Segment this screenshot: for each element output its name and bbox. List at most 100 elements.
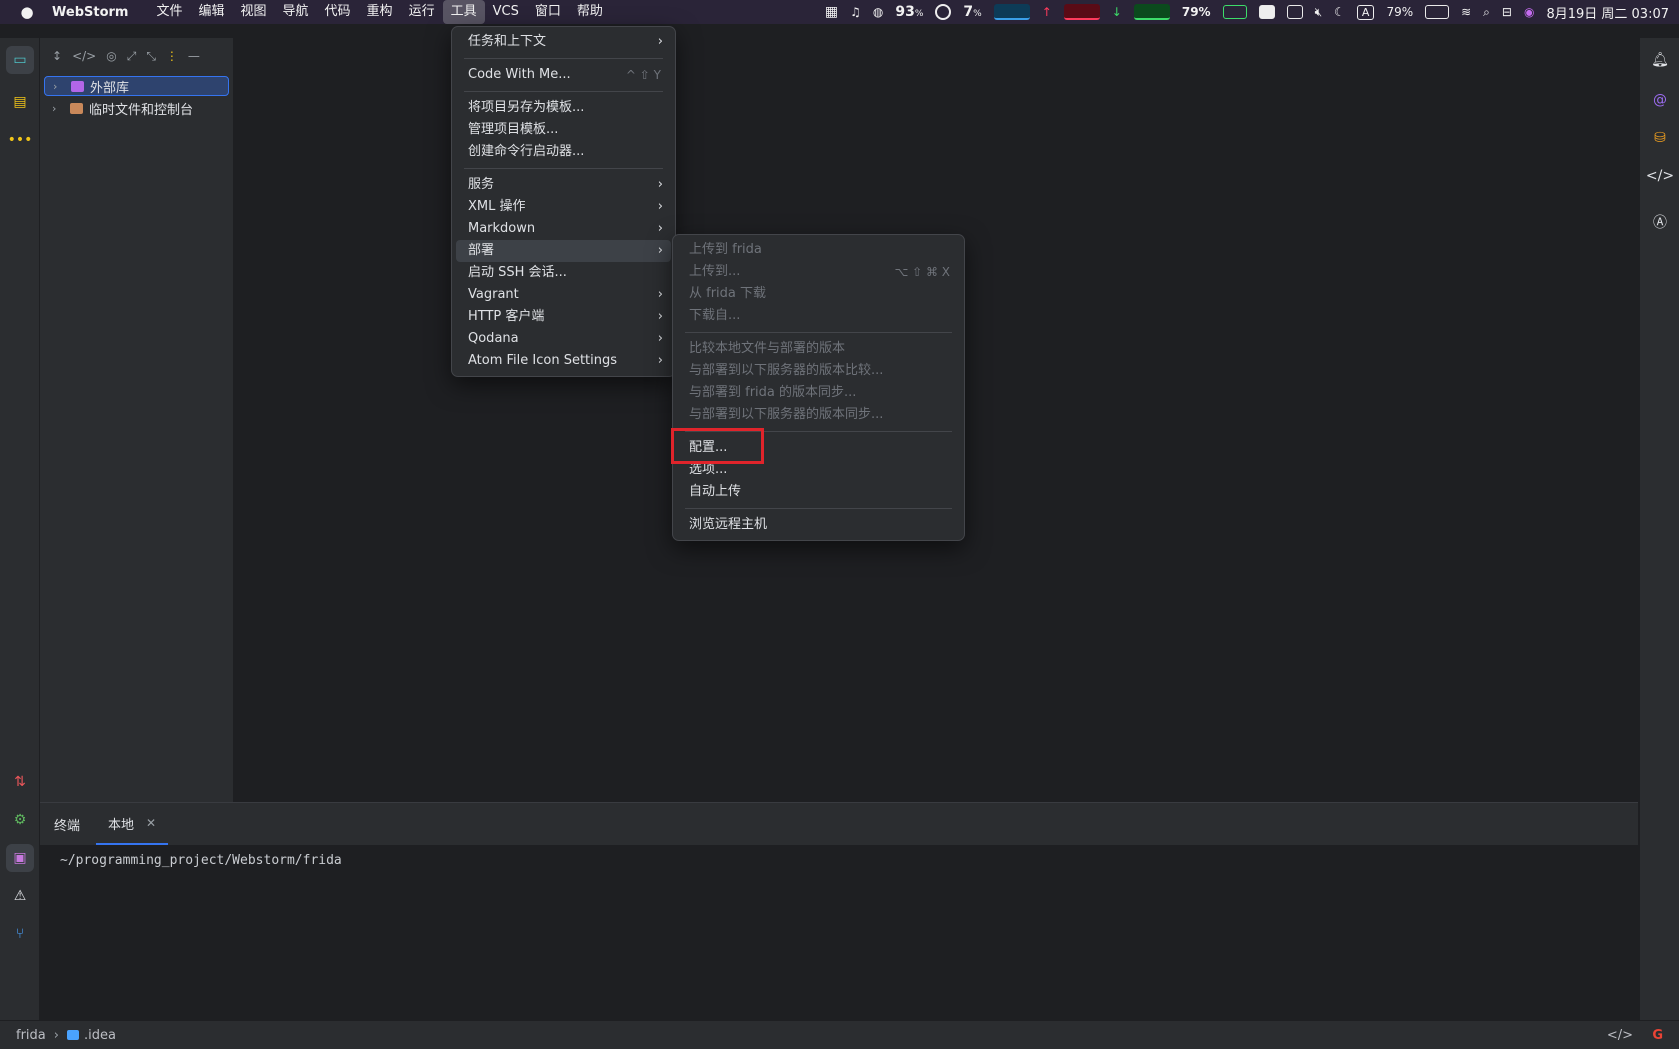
select-opened-icon[interactable]: ↕ xyxy=(52,49,62,63)
menu-navigate[interactable]: 导航 xyxy=(275,0,317,24)
database-icon[interactable]: ⛁ xyxy=(1646,124,1674,152)
menu-run[interactable]: 运行 xyxy=(401,0,443,24)
deploy_menu-item-14[interactable]: 浏览远程主机 xyxy=(677,514,960,536)
deploy_menu-item-2[interactable]: 从 frida 下载 xyxy=(677,283,960,305)
terminal-output[interactable]: ~/programming_project/Webstorm/frida xyxy=(40,845,1638,876)
mute-icon[interactable]: 🔇︎ xyxy=(1315,5,1323,20)
deploy_menu-item-1[interactable]: 上传到... ⌥ ⇧ ⌘ X xyxy=(677,261,960,283)
ai-assistant-icon[interactable]: @ xyxy=(1646,86,1674,114)
git-branch-icon[interactable]: ⑂ xyxy=(6,920,34,948)
ring-icon[interactable] xyxy=(935,4,952,20)
cpu-usage[interactable]: 93% xyxy=(895,4,923,20)
tools_menu-item-5[interactable]: 管理项目模板... xyxy=(456,119,671,141)
google-icon[interactable]: G xyxy=(1652,1028,1663,1043)
tools_menu-item-0[interactable]: 任务和上下文 › xyxy=(456,31,671,53)
code-icon[interactable]: </> xyxy=(1607,1028,1633,1043)
tools_menu-item-11[interactable]: 部署 › xyxy=(456,240,671,262)
endpoints-icon[interactable]: </> xyxy=(1646,162,1674,190)
terminal-panel: 终端 本地 ✕ ~/programming_project/Webstorm/f… xyxy=(40,802,1638,1020)
status-project[interactable]: frida xyxy=(16,1028,46,1043)
display-icon[interactable] xyxy=(1286,5,1303,19)
commit-icon[interactable]: ⇅ xyxy=(6,768,34,796)
chevron-right-icon[interactable]: › xyxy=(52,102,64,115)
tools_menu-item-6[interactable]: 创建命令行启动器... xyxy=(456,141,671,163)
wechat-icon[interactable]: ◍ xyxy=(873,5,883,19)
cpu-graph-icon[interactable] xyxy=(993,4,1030,20)
search-icon[interactable]: ⌕ xyxy=(1483,5,1490,20)
translate-icon[interactable]: Ⓐ xyxy=(1646,208,1674,236)
tools_menu-item-8[interactable]: 服务 › xyxy=(456,174,671,196)
code-view-icon[interactable]: </> xyxy=(72,49,96,63)
menu-help[interactable]: 帮助 xyxy=(569,0,611,24)
menu-file[interactable]: 文件 xyxy=(148,0,190,24)
structure-icon[interactable]: ▤ xyxy=(6,88,34,116)
settings-gear-icon[interactable]: ⚙ xyxy=(6,806,34,834)
options-kebab-icon[interactable]: ⋮ xyxy=(166,49,178,63)
target-icon[interactable]: ◎ xyxy=(106,49,116,63)
tools_menu-item-13[interactable]: Vagrant › xyxy=(456,284,671,306)
deploy_menu-item-5[interactable]: 比较本地文件与部署的版本 xyxy=(677,338,960,360)
more-tools-icon[interactable]: ••• xyxy=(6,126,34,154)
deploy_menu-item-3[interactable]: 下载自... xyxy=(677,305,960,327)
close-icon[interactable]: ✕ xyxy=(146,816,156,830)
menu-item-label: 浏览远程主机 xyxy=(689,517,768,532)
tools_menu-item-15[interactable]: Qodana › xyxy=(456,328,671,350)
problems-icon[interactable]: ⚠ xyxy=(6,882,34,910)
battery-percent-left[interactable]: 79% xyxy=(1182,5,1211,19)
notifications-bell-icon[interactable]: 🔔︎ xyxy=(1646,46,1674,74)
hide-panel-icon[interactable]: — xyxy=(188,49,200,63)
menu-clock[interactable]: 8月19日 周二 03:07 xyxy=(1546,3,1669,22)
tools_menu-item-14[interactable]: HTTP 客户端 › xyxy=(456,306,671,328)
menu-item-label: HTTP 客户端 xyxy=(468,309,545,324)
tools_menu-item-12[interactable]: 启动 SSH 会话... xyxy=(456,262,671,284)
deploy_menu-item-12[interactable]: 自动上传 xyxy=(677,481,960,503)
menu-refactor[interactable]: 重构 xyxy=(359,0,401,24)
deploy_menu-item-8[interactable]: 与部署到以下服务器的版本同步... xyxy=(677,404,960,426)
battery-icon[interactable] xyxy=(1222,5,1247,19)
menu-vcs[interactable]: VCS xyxy=(485,0,527,24)
deploy_menu-item-0[interactable]: 上传到 frida xyxy=(677,239,960,261)
battery-icon-2[interactable] xyxy=(1425,5,1450,19)
terminal-tab-local[interactable]: 本地 ✕ xyxy=(96,803,169,845)
tools_menu-item-2[interactable]: Code With Me... ^ ⇧ Y xyxy=(456,64,671,86)
tools_menu-item-9[interactable]: XML 操作 › xyxy=(456,196,671,218)
tree-item-scratches[interactable]: › 临时文件和控制台 xyxy=(44,98,229,118)
wifi-icon[interactable]: ≋ xyxy=(1461,5,1471,19)
tools_menu-item-16[interactable]: Atom File Icon Settings › xyxy=(456,350,671,372)
tree-item-external-libraries[interactable]: › 外部库 xyxy=(44,76,229,96)
terminal-icon[interactable]: ▣ xyxy=(6,844,34,872)
apple-icon[interactable]: ● xyxy=(16,3,38,21)
menu-item-label: 启动 SSH 会话... xyxy=(468,265,567,280)
project-view-icon[interactable]: ▭ xyxy=(6,46,34,74)
grid-apps-icon[interactable]: ▦ xyxy=(825,4,838,20)
menu-item-shortcut: ⌥ ⇧ ⌘ X xyxy=(894,265,950,279)
menu-edit[interactable]: 编辑 xyxy=(190,0,232,24)
chevron-right-icon: › xyxy=(657,353,663,368)
input-method-icon[interactable]: A xyxy=(1356,4,1375,20)
control-center-icon[interactable]: ⊟ xyxy=(1502,5,1512,19)
collapse-all-icon[interactable]: ⤡ xyxy=(146,49,156,64)
menu-code[interactable]: 代码 xyxy=(317,0,359,24)
menu-item-shortcut: ^ ⇧ Y xyxy=(625,68,661,82)
menu-view[interactable]: 视图 xyxy=(233,0,275,24)
tools_menu-item-10[interactable]: Markdown › xyxy=(456,218,671,240)
battery-percent-right[interactable]: 79% xyxy=(1386,5,1413,19)
chevron-right-icon: › xyxy=(53,1027,59,1043)
deploy_menu-item-7[interactable]: 与部署到 frida 的版本同步... xyxy=(677,382,960,404)
airpods-icon[interactable]: ♫ xyxy=(850,5,861,19)
download-graph-icon[interactable] xyxy=(1133,4,1170,20)
moon-icon[interactable]: ☾ xyxy=(1334,5,1345,19)
status-folder[interactable]: .idea xyxy=(84,1028,116,1043)
chevron-right-icon[interactable]: › xyxy=(53,80,65,93)
tools_menu-item-4[interactable]: 将项目另存为模板... xyxy=(456,97,671,119)
siri-icon[interactable]: ◉ xyxy=(1524,5,1534,19)
mem-usage[interactable]: 7% xyxy=(963,4,981,20)
menu-window[interactable]: 窗口 xyxy=(527,0,569,24)
expand-all-icon[interactable]: ⤢ xyxy=(127,49,137,64)
deploy_menu-item-6[interactable]: 与部署到以下服务器的版本比较... xyxy=(677,360,960,382)
menu-tools[interactable]: 工具 xyxy=(442,0,485,24)
download-arrow-icon: ↓ xyxy=(1111,5,1122,19)
upload-graph-icon[interactable] xyxy=(1063,4,1100,20)
app-name-menu[interactable]: WebStorm xyxy=(52,5,128,20)
screenshot-app-icon[interactable] xyxy=(1258,5,1275,19)
